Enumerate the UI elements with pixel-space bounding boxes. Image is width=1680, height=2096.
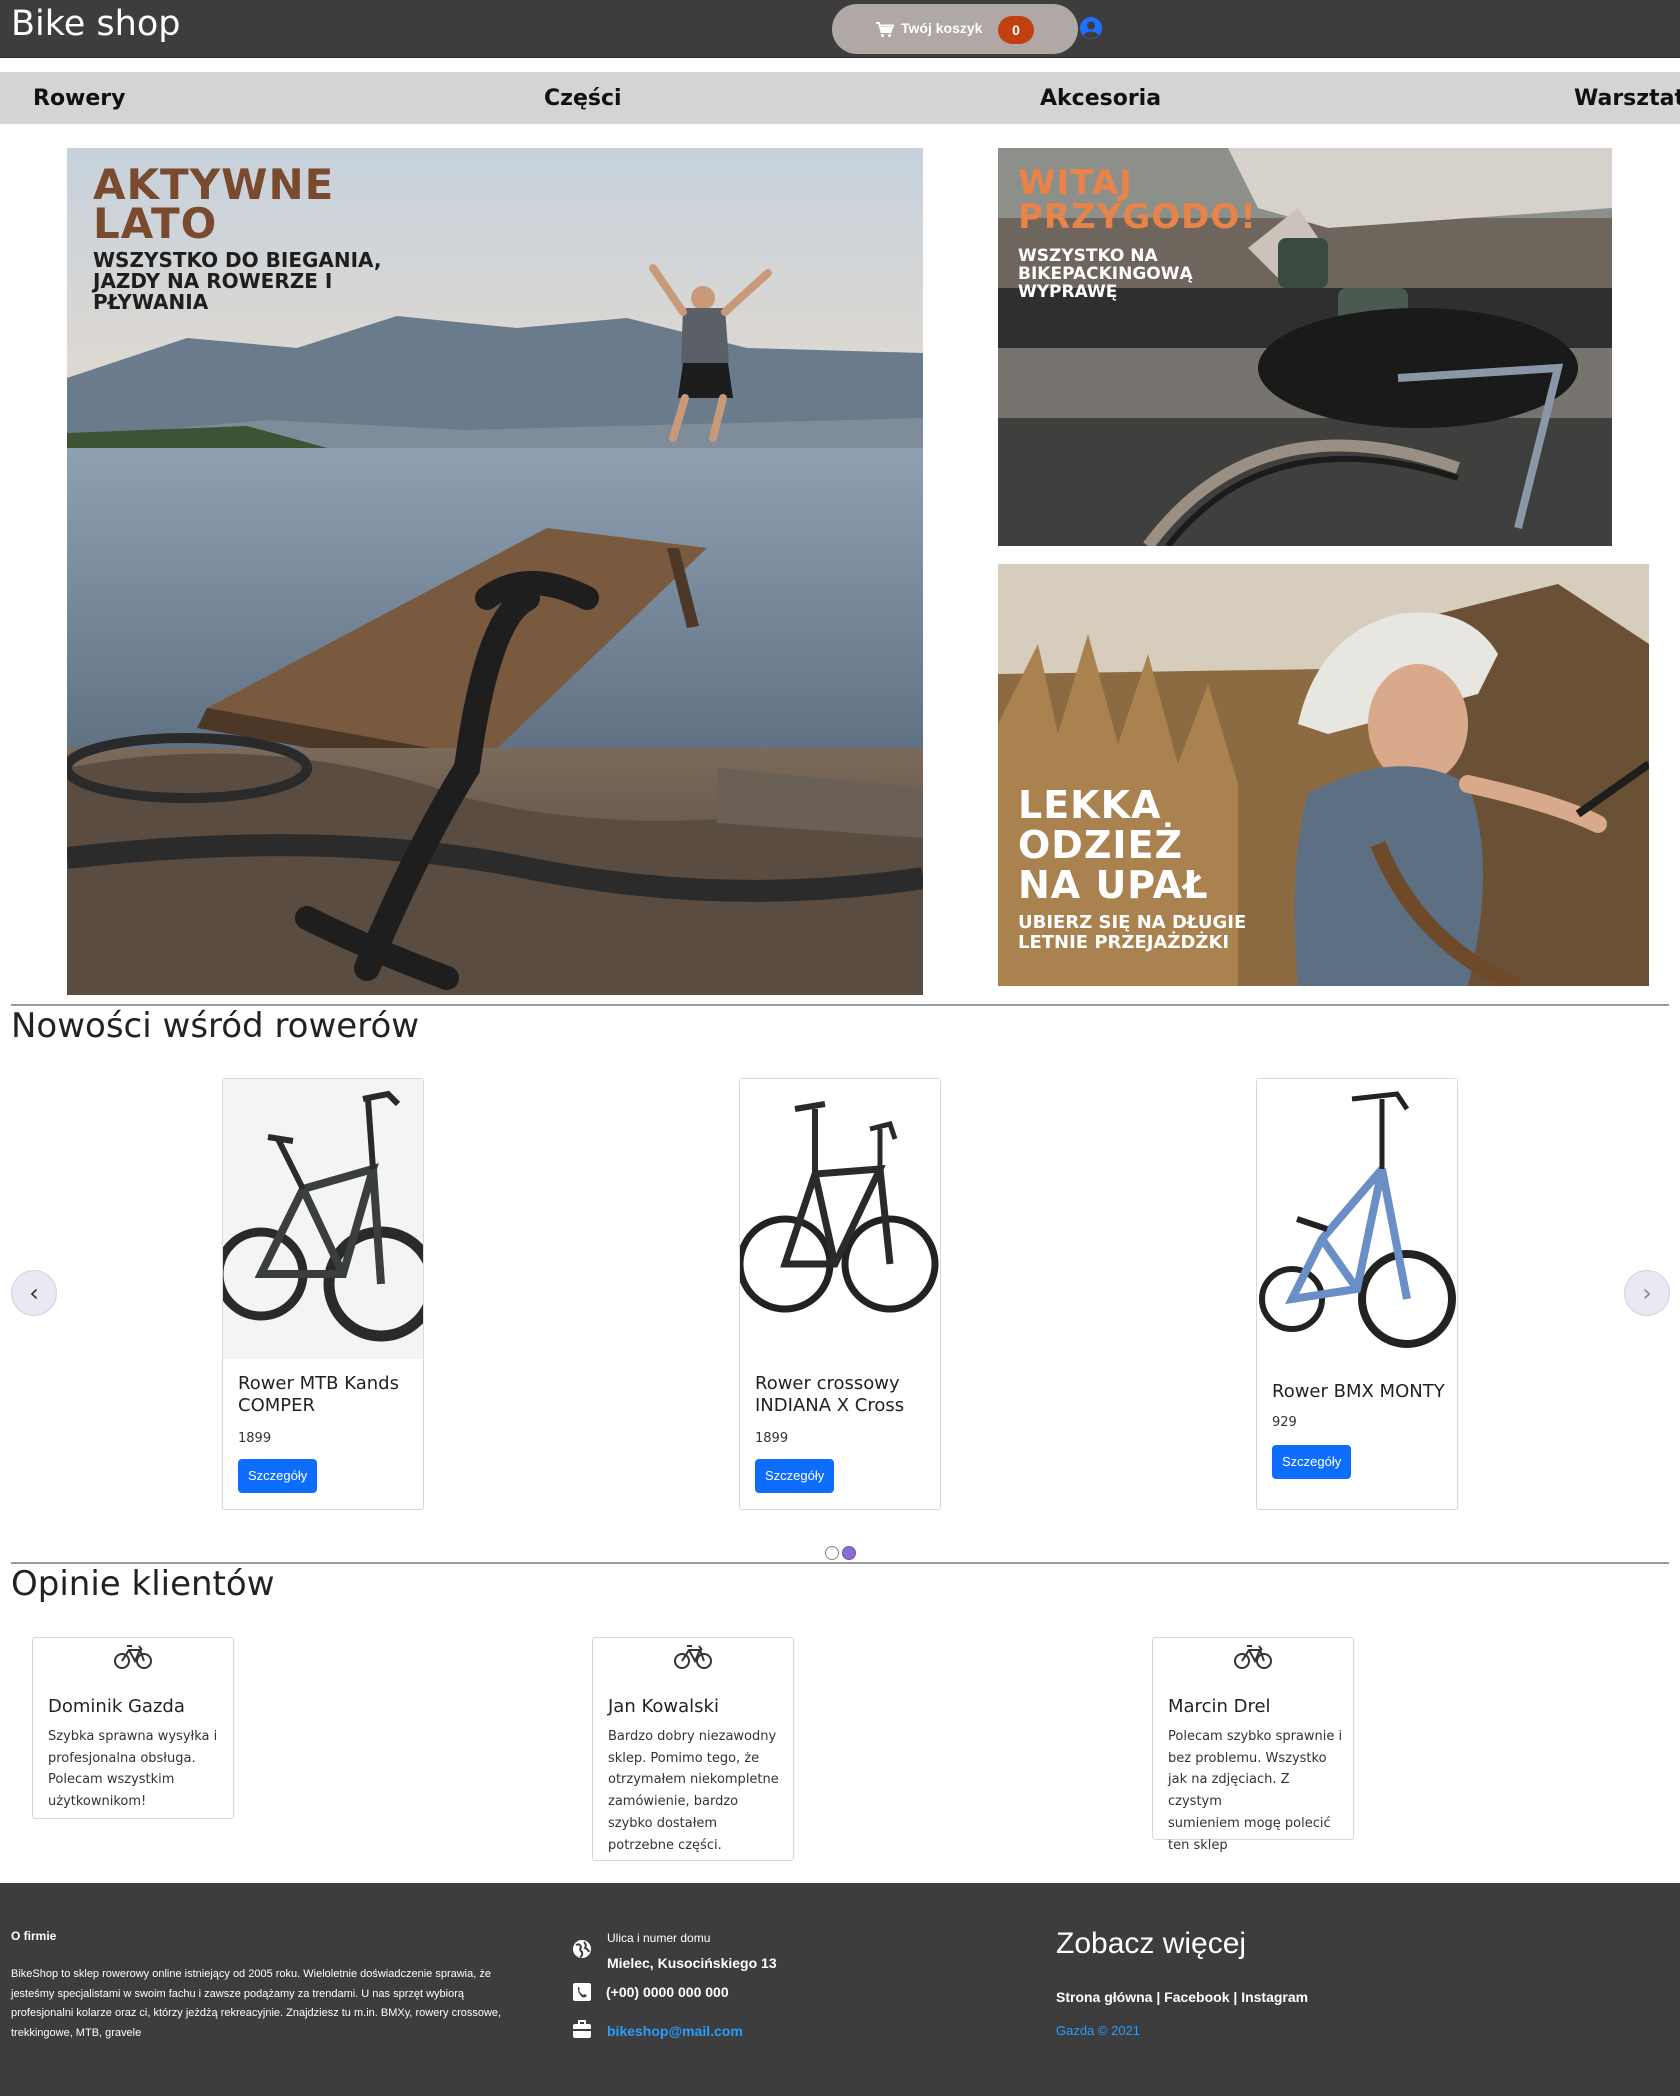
carousel-prev-button[interactable]: ‹ (11, 1270, 57, 1316)
product-card: Rower MTB Kands COMPER 1899 Szczegóły (222, 1078, 424, 1510)
review-line: potrzebne części. (608, 1837, 722, 1853)
cart-button[interactable]: Twój koszyk 0 (832, 4, 1078, 54)
product-price: 1899 (755, 1431, 789, 1446)
review-card: Dominik Gazda Szybka sprawna wysyłka i p… (32, 1637, 234, 1819)
footer-copyright: Gazda © 2021 (1056, 2023, 1141, 2038)
product-card: Rower BMX MONTY 929 Szczegóły (1256, 1078, 1458, 1510)
banner-title: NA UPAŁ (1018, 863, 1209, 907)
product-name: Rower BMX MONTY (1272, 1381, 1445, 1402)
review-text: Bardzo dobry niezawodny sklep. Pomimo te… (608, 1726, 783, 1856)
review-line: użytkownikom! (48, 1794, 147, 1810)
cart-label: Twój koszyk (901, 20, 983, 36)
details-button[interactable]: Szczegóły (1272, 1445, 1352, 1479)
reviewer-name: Jan Kowalski (608, 1696, 719, 1717)
product-name: COMPER (238, 1395, 316, 1416)
banner-aktywne-lato[interactable]: AKTYWNE LATO WSZYSTKO DO BIEGANIA, JAZDY… (67, 148, 923, 995)
review-line: Bardzo dobry niezawodny (608, 1729, 777, 1744)
reviews-title: Opinie klientów (11, 1564, 275, 1604)
category-nav: Rowery Części Akcesoria Warsztat (0, 72, 1680, 124)
carousel-indicator[interactable] (825, 1546, 839, 1560)
banner-title: LEKKA (1018, 783, 1162, 827)
review-line: bez problemu. Wszystko (1168, 1750, 1327, 1766)
footer: O firmie BikeShop to sklep rowerowy onli… (0, 1883, 1680, 2096)
bike-icon (674, 1645, 712, 1669)
top-navbar: Bike shop Twój koszyk 0 (0, 0, 1680, 58)
footer-more-title: Zobacz więcej (1056, 1927, 1247, 1960)
review-line: Szybka sprawna wysyłka i (48, 1729, 218, 1744)
details-button[interactable]: Szczegóły (238, 1459, 318, 1493)
product-image-bmx (1257, 1079, 1457, 1369)
nav-item-akcesoria[interactable]: Akcesoria (1040, 86, 1161, 111)
banner-subtitle: WYPRAWĘ (1018, 282, 1118, 302)
footer-address: Mielec, Kusocińskiego 13 (607, 1955, 777, 1971)
product-name: Rower crossowy (755, 1373, 900, 1394)
review-line: profesjonalna obsługa. (48, 1750, 196, 1766)
footer-phone: (+00) 0000 000 000 (606, 1984, 729, 2000)
product-price: 929 (1272, 1415, 1297, 1430)
review-line: jak na zdjęciach. Z czystym (1168, 1772, 1290, 1810)
briefcase-icon (573, 2020, 591, 2038)
review-card: Jan Kowalski Bardzo dobry niezawodny skl… (592, 1637, 794, 1861)
footer-about-line: profesjonalni kolarze oraz ci, którzy je… (11, 2007, 502, 2019)
review-line: Polecam szybko sprawnie i (1168, 1729, 1343, 1744)
banner-title: ODZIEŻ (1018, 823, 1184, 867)
review-line: ten sklep (1168, 1837, 1228, 1853)
phone-icon (573, 1983, 591, 2001)
banner-subtitle: JAZDY NA ROWERZE I (93, 269, 333, 293)
user-account-icon[interactable] (1079, 16, 1103, 40)
review-line: Polecam wszystkim (48, 1772, 175, 1788)
reviewer-name: Dominik Gazda (48, 1696, 185, 1717)
footer-about-line: trekkingowe, MTB, gravele (11, 2026, 142, 2039)
footer-about-line: jesteśmy specjalistami w swoim fachu i z… (11, 1987, 464, 2000)
banner-subtitle: PŁYWANIA (93, 290, 209, 314)
footer-about-title: O firmie (11, 1929, 57, 1943)
nav-item-warsztat[interactable]: Warsztat (1574, 86, 1680, 111)
review-line: zamówienie, bardzo (608, 1794, 739, 1810)
globe-icon (573, 1940, 591, 1958)
banner-witaj-przygodo[interactable]: WITAJ PRZYGODO! WSZYSTKO NA BIKEPACKINGO… (998, 148, 1612, 546)
banner-subtitle: WSZYSTKO DO BIEGANIA, (93, 248, 382, 272)
product-name: Rower MTB Kands (238, 1373, 399, 1394)
banner-title: LATO (93, 199, 218, 248)
bike-icon (1234, 1645, 1272, 1669)
review-line: otrzymałem niekompletne (608, 1772, 779, 1788)
review-text: Szybka sprawna wysyłka i profesjonalna o… (48, 1726, 223, 1813)
product-price: 1899 (238, 1431, 272, 1446)
banner-title: WITAJ (1018, 163, 1133, 203)
brand-logo[interactable]: Bike shop (11, 4, 180, 44)
details-button[interactable]: Szczegóły (755, 1459, 835, 1493)
footer-email-link[interactable]: bikeshop@mail.com (607, 2023, 743, 2039)
review-line: sklep. Pomimo tego, że (608, 1750, 760, 1766)
nav-item-czesci[interactable]: Części (544, 86, 622, 111)
review-card: Marcin Drel Polecam szybko sprawnie i be… (1152, 1637, 1354, 1853)
banner-subtitle: UBIERZ SIĘ NA DŁUGIE (1018, 912, 1247, 933)
footer-about-text: BikeShop to sklep rowerowy online istnie… (11, 1965, 551, 2043)
footer-about-line: BikeShop to sklep rowerowy online istnie… (11, 1968, 491, 1980)
banner-lekka-odziez[interactable]: LEKKA ODZIEŻ NA UPAŁ UBIERZ SIĘ NA DŁUGI… (998, 564, 1649, 986)
banner-title: PRZYGODO! (1018, 197, 1257, 237)
footer-social-links[interactable]: Strona główna | Facebook | Instagram (1056, 1989, 1308, 2005)
nav-item-rowery[interactable]: Rowery (33, 86, 126, 111)
review-line: szybko dostałem (608, 1815, 718, 1831)
footer-address-label: Ulica i numer domu (607, 1931, 711, 1945)
cart-icon (876, 22, 894, 38)
new-bikes-title: Nowości wśród rowerów (11, 1006, 420, 1046)
product-image-cross (740, 1079, 940, 1359)
product-name: INDIANA X Cross (755, 1395, 905, 1416)
carousel-indicator-active[interactable] (842, 1546, 856, 1560)
product-image-mtb (223, 1079, 423, 1359)
cart-count-badge: 0 (998, 16, 1034, 44)
carousel-next-button[interactable]: › (1624, 1270, 1670, 1316)
review-line: sumieniem mogę polecić (1168, 1815, 1331, 1831)
bike-icon (114, 1645, 152, 1669)
banner-subtitle: LETNIE PRZEJAŻDŻKI (1018, 932, 1230, 953)
review-text: Polecam szybko sprawnie i bez problemu. … (1168, 1726, 1343, 1856)
reviewer-name: Marcin Drel (1168, 1696, 1271, 1717)
product-card: Rower crossowy INDIANA X Cross 1899 Szcz… (739, 1078, 941, 1510)
